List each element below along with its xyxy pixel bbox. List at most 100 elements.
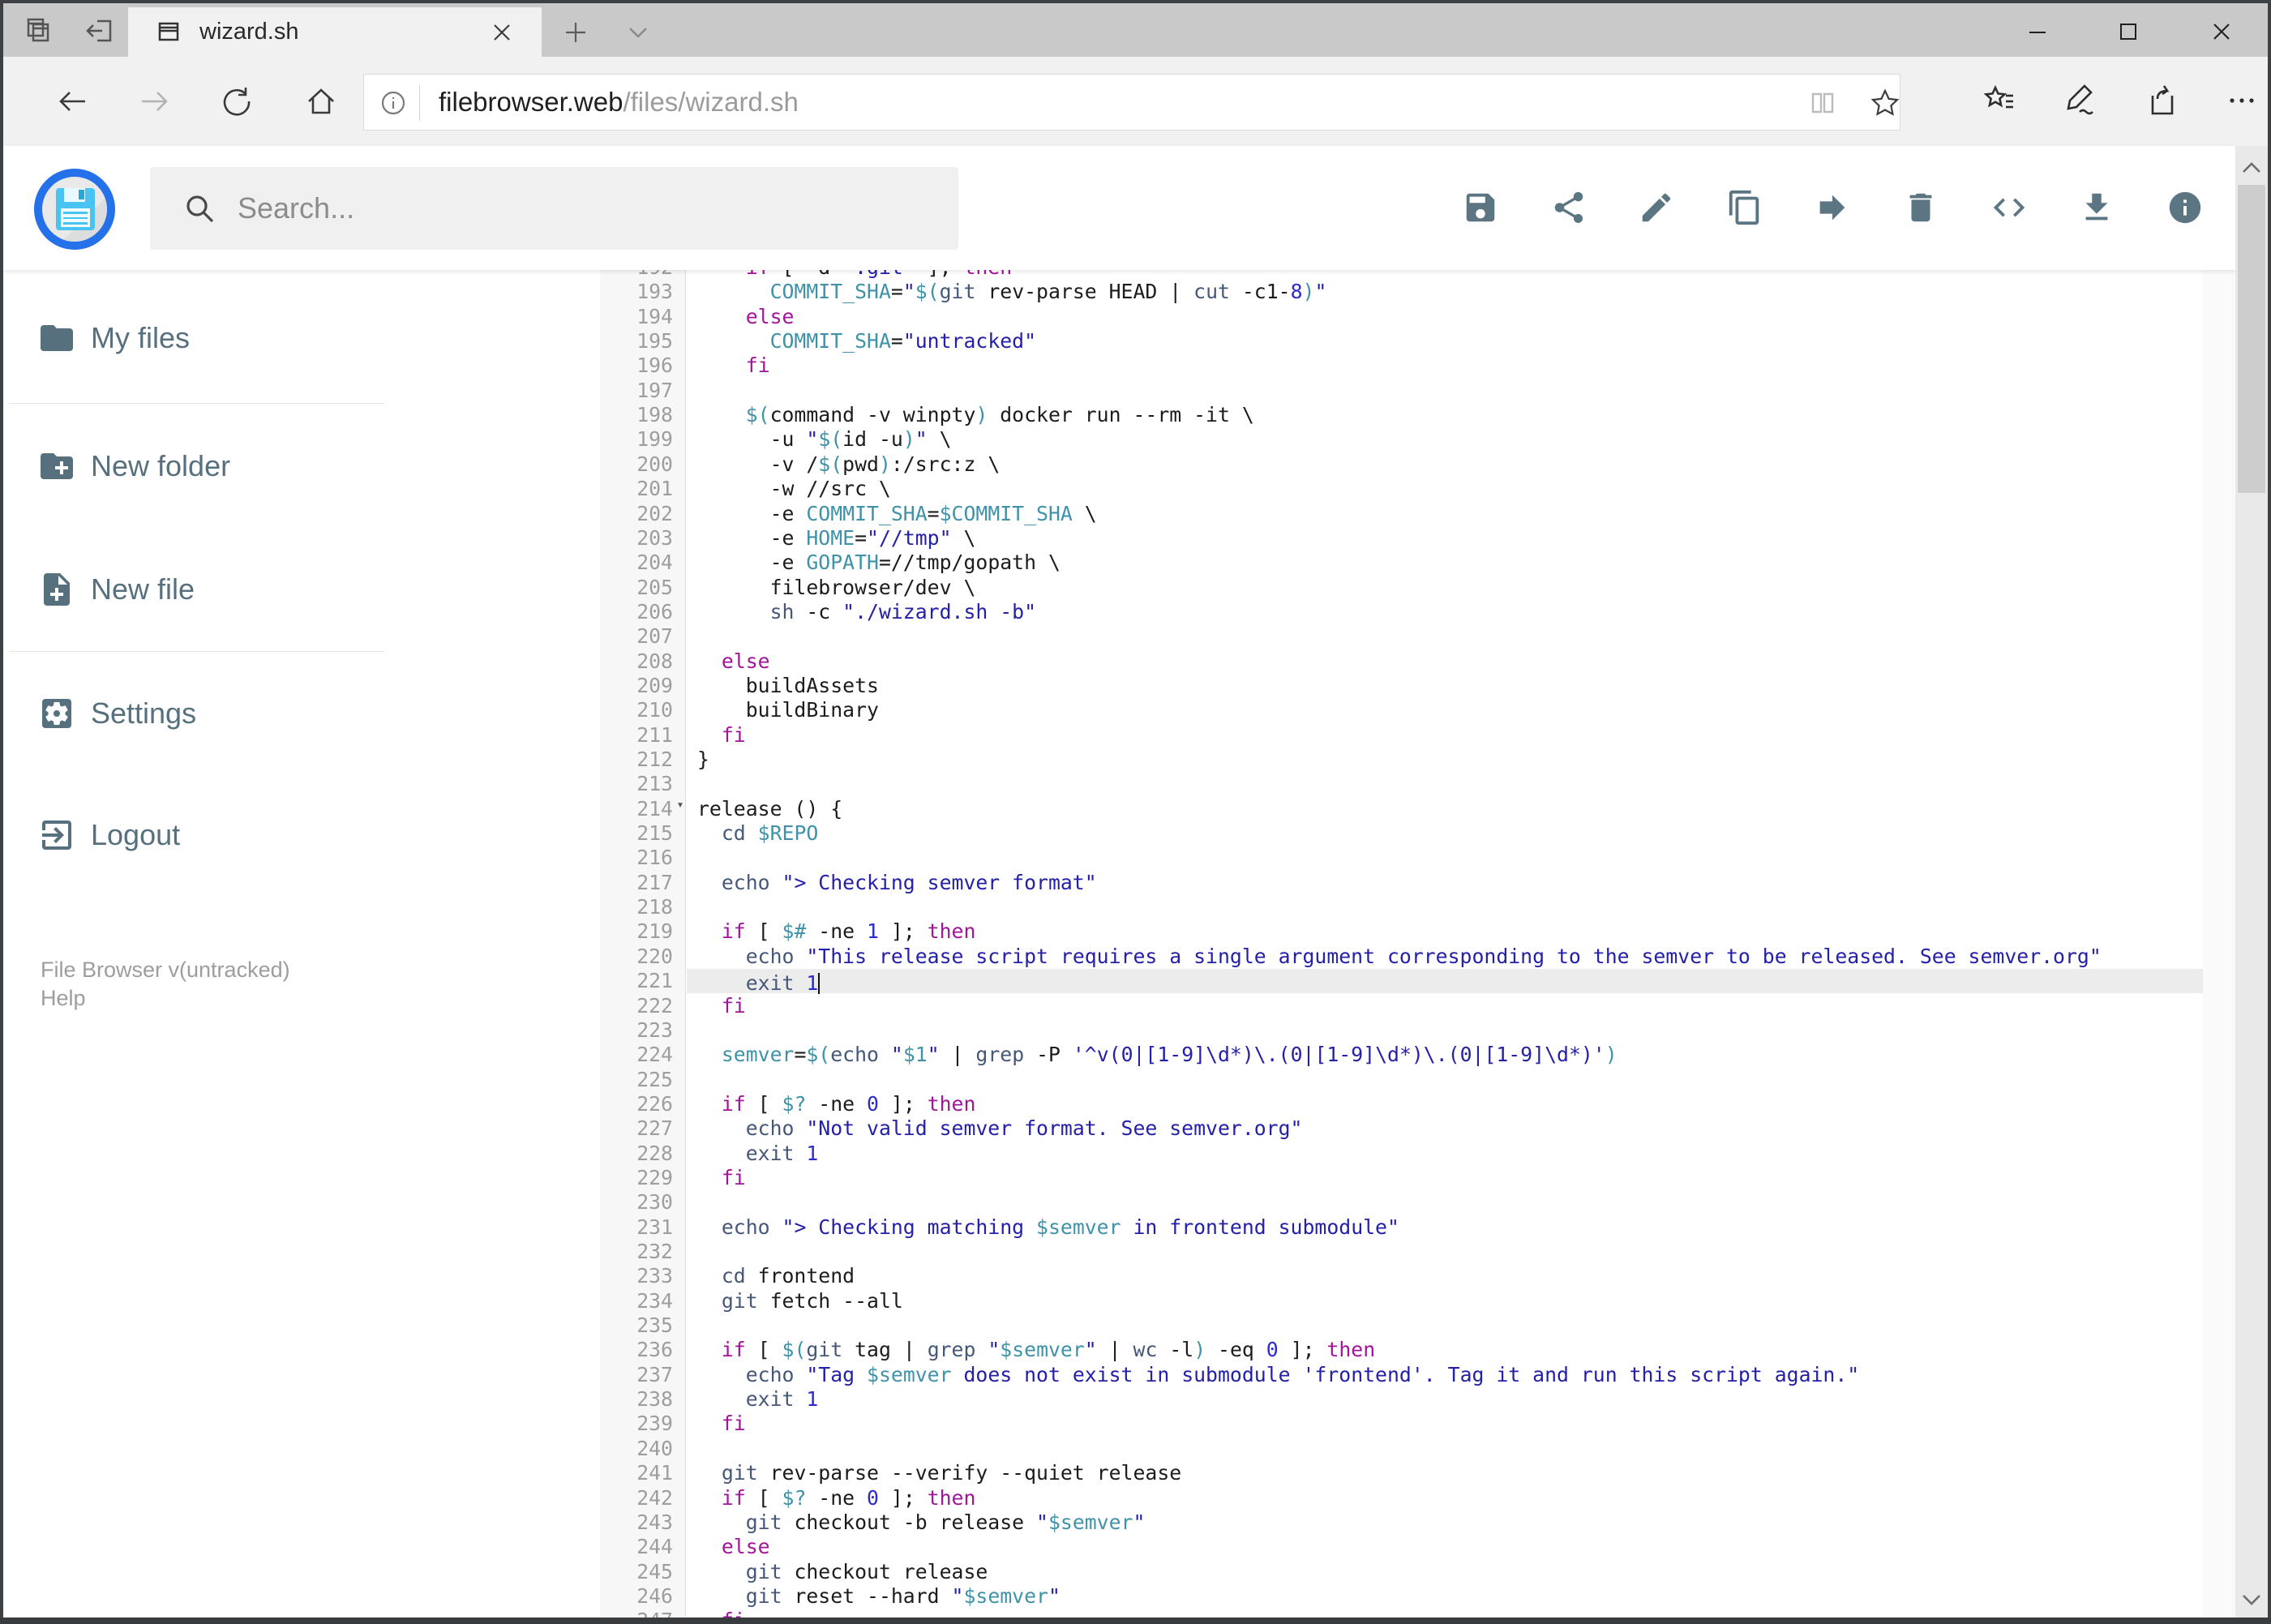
reading-view-icon[interactable]	[1807, 88, 1838, 118]
line-number[interactable]: 206	[600, 600, 673, 624]
line-number[interactable]: 246	[600, 1584, 673, 1609]
scroll-up-icon[interactable]	[2239, 156, 2264, 180]
line-number[interactable]: 222	[600, 994, 673, 1018]
browser-tab[interactable]: wizard.sh	[128, 7, 542, 57]
share-page-icon[interactable]	[2141, 81, 2180, 120]
line-number[interactable]: 209	[600, 674, 673, 698]
move-button[interactable]	[1805, 180, 1860, 235]
sidebar-item-my-files[interactable]: My files	[3, 307, 522, 369]
scroll-down-icon[interactable]	[2239, 1588, 2264, 1612]
line-number[interactable]: 236	[600, 1338, 673, 1362]
share-button[interactable]	[1541, 180, 1596, 235]
line-number[interactable]: 194	[600, 305, 673, 329]
line-number[interactable]: 218	[600, 895, 673, 919]
line-number[interactable]: 242	[600, 1486, 673, 1510]
line-number[interactable]: 243	[600, 1510, 673, 1535]
line-number[interactable]: 192	[600, 270, 673, 280]
code-button[interactable]	[1982, 180, 2037, 235]
download-button[interactable]	[2069, 180, 2124, 235]
line-number[interactable]: 202	[600, 502, 673, 526]
line-number[interactable]: 226	[600, 1092, 673, 1116]
set-aside-tabs-icon[interactable]	[84, 15, 117, 47]
line-number[interactable]: 229	[600, 1166, 673, 1190]
line-number[interactable]: 227	[600, 1116, 673, 1141]
sidebar-item-new-file[interactable]: New file	[3, 559, 522, 620]
line-number[interactable]: 230	[600, 1190, 673, 1215]
line-number[interactable]: 234	[600, 1289, 673, 1313]
fold-marker-icon[interactable]: ▾	[675, 797, 686, 812]
edit-button[interactable]	[1629, 180, 1684, 235]
line-number[interactable]: 219	[600, 919, 673, 944]
copy-button[interactable]	[1717, 180, 1772, 235]
line-number[interactable]: 220	[600, 945, 673, 969]
line-number[interactable]: 223	[600, 1018, 673, 1043]
url-text[interactable]: filebrowser.web/files/wizard.sh	[439, 75, 799, 130]
line-number[interactable]: 228	[600, 1142, 673, 1166]
line-number[interactable]: 216	[600, 846, 673, 870]
line-number[interactable]: 239	[600, 1412, 673, 1436]
page-scrollbar[interactable]	[2235, 146, 2268, 1618]
annotate-pen-icon[interactable]	[2060, 81, 2099, 120]
code-editor[interactable]: 1921931941951961971981992002012022032042…	[600, 270, 2203, 1618]
line-number[interactable]: 204	[600, 551, 673, 575]
line-number[interactable]: 245	[600, 1560, 673, 1584]
sidebar-item-new-folder[interactable]: New folder	[3, 435, 522, 497]
window-close-button[interactable]	[2208, 18, 2235, 45]
info-button[interactable]	[2157, 180, 2213, 235]
line-number[interactable]: 211	[600, 723, 673, 748]
search-input[interactable]: Search...	[150, 167, 958, 250]
line-number[interactable]: 193	[600, 280, 673, 304]
line-number[interactable]: 224	[600, 1043, 673, 1067]
address-bar[interactable]: filebrowser.web/files/wizard.sh	[363, 74, 1900, 131]
line-number[interactable]: 240	[600, 1437, 673, 1461]
line-number[interactable]: 225	[600, 1068, 673, 1092]
tab-list-chevron-icon[interactable]	[626, 23, 650, 42]
line-number[interactable]: 215	[600, 821, 673, 846]
line-number[interactable]: 199	[600, 427, 673, 452]
line-number[interactable]: 233	[600, 1264, 673, 1288]
line-number[interactable]: 241	[600, 1461, 673, 1485]
more-options-icon[interactable]	[2222, 81, 2261, 120]
line-number[interactable]: 232	[600, 1240, 673, 1264]
window-minimize-button[interactable]	[2024, 18, 2051, 45]
line-number[interactable]: 197	[600, 379, 673, 403]
page-info-icon[interactable]	[379, 88, 408, 118]
sidebar-item-logout[interactable]: Logout	[3, 804, 522, 866]
line-number[interactable]: 198	[600, 403, 673, 427]
delete-button[interactable]	[1893, 180, 1948, 235]
line-number[interactable]: 217	[600, 871, 673, 895]
line-number[interactable]: 247	[600, 1609, 673, 1618]
scrollbar-thumb[interactable]	[2238, 185, 2265, 493]
new-tab-button[interactable]	[563, 19, 589, 45]
add-favorite-star-icon[interactable]	[1869, 87, 1901, 119]
line-number[interactable]: 205	[600, 576, 673, 600]
back-icon[interactable]	[55, 84, 91, 119]
line-number[interactable]: 214	[600, 797, 673, 821]
save-button[interactable]	[1453, 180, 1508, 235]
line-number[interactable]: 238	[600, 1387, 673, 1412]
line-number[interactable]: 213	[600, 772, 673, 796]
line-number[interactable]: 237	[600, 1363, 673, 1387]
help-link[interactable]: Help	[41, 984, 86, 1013]
line-number[interactable]: 200	[600, 452, 673, 477]
line-number[interactable]: 212	[600, 748, 673, 772]
line-number[interactable]: 231	[600, 1215, 673, 1240]
line-number[interactable]: 195	[600, 329, 673, 354]
line-number[interactable]: 196	[600, 354, 673, 378]
line-number[interactable]: 235	[600, 1313, 673, 1338]
line-number[interactable]: 201	[600, 477, 673, 501]
line-number[interactable]: 207	[600, 624, 673, 649]
sidebar-item-settings[interactable]: Settings	[3, 683, 522, 744]
tab-preview-icon[interactable]	[23, 15, 55, 47]
tab-close-icon[interactable]	[491, 22, 512, 43]
line-number[interactable]: 210	[600, 698, 673, 722]
filebrowser-logo-icon[interactable]	[34, 169, 115, 250]
refresh-icon[interactable]	[219, 84, 255, 119]
line-number[interactable]: 203	[600, 526, 673, 551]
hub-favorites-icon[interactable]	[1979, 81, 2018, 120]
home-icon[interactable]	[303, 84, 339, 119]
line-number[interactable]: 244	[600, 1535, 673, 1559]
window-maximize-button[interactable]	[2115, 18, 2142, 45]
line-number[interactable]: 221	[600, 969, 673, 993]
line-number[interactable]: 208	[600, 649, 673, 674]
